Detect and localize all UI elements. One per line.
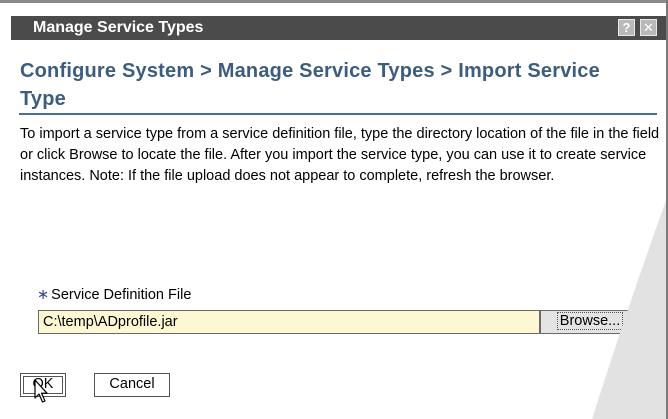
dialog-window: Manage Service Types ? ✕ Configure Syste… — [0, 0, 668, 419]
service-definition-file-input[interactable]: C:\temp\ADprofile.jar — [38, 310, 540, 334]
close-button[interactable]: ✕ — [640, 19, 657, 36]
page-heading: Configure System > Manage Service Types … — [20, 60, 600, 110]
browse-button-label: Browse... — [556, 312, 624, 330]
instructions-text: To import a service type from a service … — [20, 126, 660, 184]
title-bar: Manage Service Types ? ✕ — [11, 16, 666, 40]
help-button[interactable]: ? — [618, 19, 635, 36]
required-icon: ∗ — [37, 287, 50, 303]
service-definition-file-label: ∗ Service Definition File — [37, 287, 191, 303]
top-border — [0, 0, 668, 3]
close-icon: ✕ — [643, 20, 654, 35]
field-label-text: Service Definition File — [51, 287, 192, 303]
browse-button[interactable]: Browse... — [540, 310, 640, 334]
mouse-pointer-icon — [34, 379, 48, 403]
cancel-button[interactable]: Cancel — [94, 373, 170, 397]
heading-divider — [19, 113, 657, 115]
window-title: Manage Service Types — [33, 19, 204, 36]
help-icon: ? — [622, 20, 631, 35]
